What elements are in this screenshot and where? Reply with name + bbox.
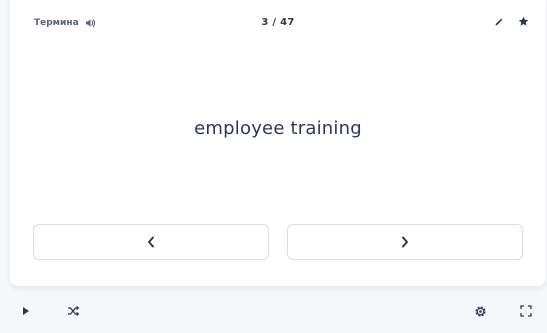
pencil-icon[interactable] <box>494 17 504 27</box>
chevron-left-icon <box>147 236 155 248</box>
fullscreen-icon[interactable] <box>520 305 532 317</box>
gear-icon[interactable] <box>474 305 487 318</box>
flashcard[interactable]: Термина 3 / 47 employee training <box>10 0 546 286</box>
card-counter: 3 / 47 <box>261 17 295 28</box>
play-icon[interactable] <box>21 305 31 317</box>
chevron-right-icon <box>401 236 409 248</box>
previous-card-button[interactable] <box>33 224 269 260</box>
flashcard-toolbar <box>0 296 547 330</box>
card-actions <box>494 16 529 27</box>
next-card-button[interactable] <box>287 224 523 260</box>
card-header: Термина 3 / 47 <box>10 14 546 34</box>
shuffle-icon[interactable] <box>67 305 80 317</box>
flashcard-term: employee training <box>194 118 362 139</box>
star-icon[interactable] <box>518 16 529 27</box>
